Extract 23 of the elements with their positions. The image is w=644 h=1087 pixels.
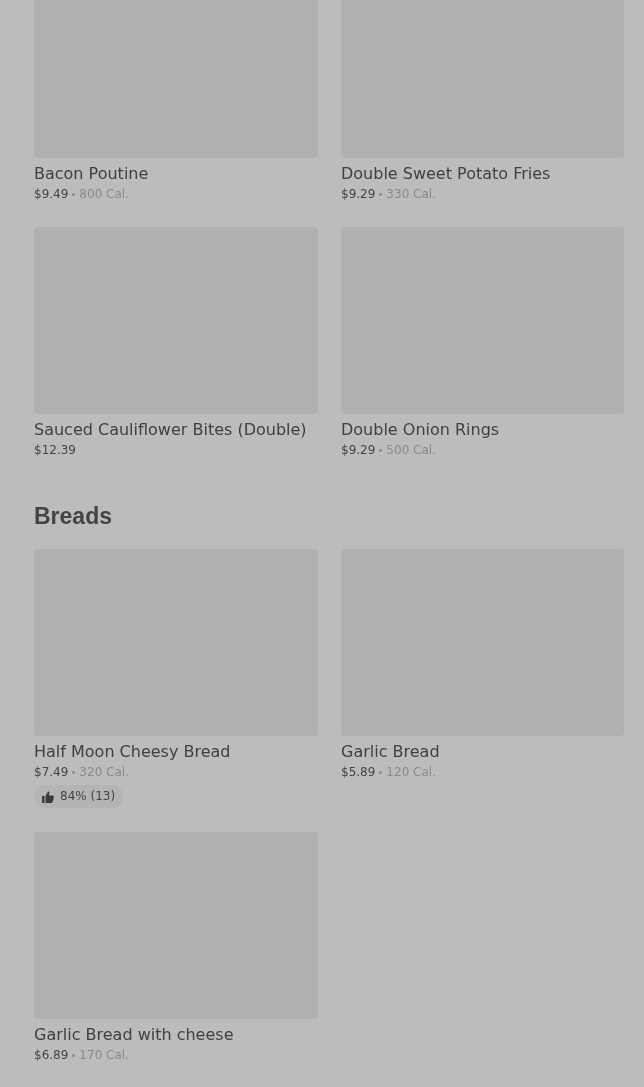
separator-dot xyxy=(72,192,76,196)
thumbs-up-icon xyxy=(42,790,54,803)
rating-text: 84% (13) xyxy=(60,788,116,805)
separator-dot xyxy=(72,770,76,774)
item-name: Half Moon Cheesy Bread xyxy=(34,741,231,763)
item-price: $9.29 xyxy=(341,186,376,203)
separator-dot xyxy=(379,448,383,452)
item-name: Double Sweet Potato Fries xyxy=(341,163,551,185)
separator-dot xyxy=(379,192,383,196)
separator-dot xyxy=(379,770,383,774)
separator-dot xyxy=(72,1053,76,1057)
item-name: Double Onion Rings xyxy=(341,419,500,441)
item-price: $12.39 xyxy=(34,442,76,459)
item-price: $6.89 xyxy=(34,1047,69,1064)
item-name: Garlic Bread with cheese xyxy=(34,1024,234,1046)
section-heading: Breads xyxy=(34,502,112,530)
item-name: Bacon Poutine xyxy=(34,163,149,185)
item-name: Sauced Cauliflower Bites (Double) xyxy=(34,419,307,441)
item-price: $5.89 xyxy=(341,764,376,781)
item-name: Garlic Bread xyxy=(341,741,440,763)
item-price: $9.49 xyxy=(34,186,69,203)
item-price: $7.49 xyxy=(34,764,69,781)
item-price: $9.29 xyxy=(341,442,376,459)
